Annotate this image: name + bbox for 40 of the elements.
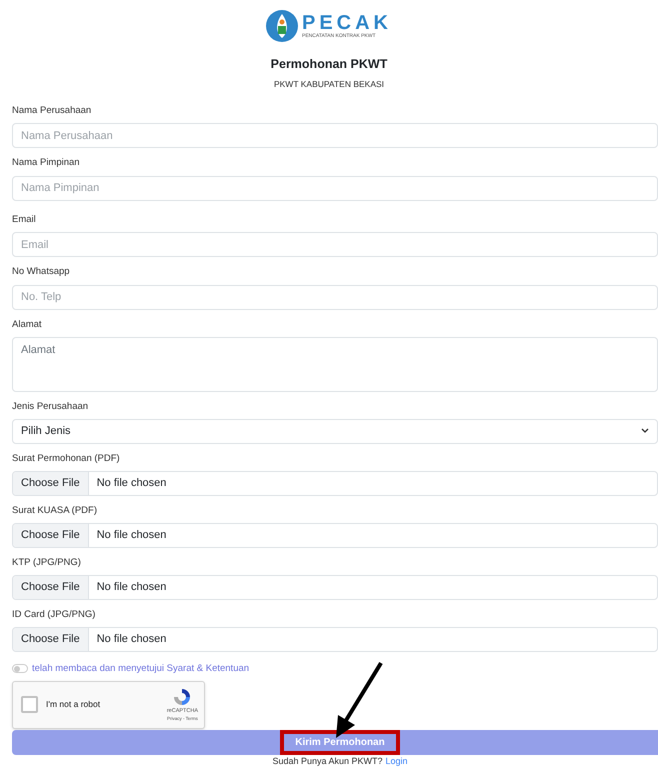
chevron-down-icon <box>641 428 649 434</box>
choose-file-button[interactable]: Choose File <box>13 576 89 598</box>
field-label: No Whatsapp <box>12 265 71 278</box>
text-field[interactable]: Email <box>12 232 658 257</box>
footer-text: Sudah Punya Akun PKWT? <box>272 756 383 766</box>
file-field[interactable]: Choose File No file chosen <box>12 574 658 600</box>
file-field[interactable]: Choose File No file chosen <box>12 470 658 496</box>
text-field[interactable]: Nama Perusahaan <box>12 123 658 148</box>
page-title: Permohonan PKWT <box>270 56 388 73</box>
field-label: KTP (JPG/PNG) <box>12 556 82 568</box>
field-label: Nama Pimpinan <box>12 156 81 169</box>
text-field[interactable]: No. Telp <box>12 284 658 310</box>
field-label: Surat Permohonan (PDF) <box>12 452 121 464</box>
field-label: Alamat <box>12 318 43 330</box>
choose-file-button[interactable]: Choose File <box>13 524 89 546</box>
recaptcha-logo-icon <box>172 687 192 708</box>
text-field[interactable]: Nama Pimpinan <box>12 176 658 200</box>
field-label: Nama Perusahaan <box>12 104 92 116</box>
captcha-label: I'm not a robot <box>46 698 102 712</box>
login-link[interactable]: Login <box>386 756 408 766</box>
file-status: No file chosen <box>96 580 168 595</box>
select-field[interactable]: Pilih Jenis <box>12 418 658 444</box>
field-label: Email <box>12 212 37 226</box>
field-label: ID Card (JPG/PNG) <box>12 608 96 620</box>
page-subtitle: PKWT KABUPATEN BEKASI <box>274 78 384 90</box>
choose-file-button[interactable]: Choose File <box>13 472 89 494</box>
agreement-toggle[interactable] <box>12 664 28 674</box>
field-label: Surat KUASA (PDF) <box>12 504 98 516</box>
file-status: No file chosen <box>96 476 168 491</box>
logo-icon <box>266 10 298 42</box>
logo-name: PECAK <box>302 12 392 32</box>
file-status: No file chosen <box>96 528 168 543</box>
choose-file-button[interactable]: Choose File <box>13 628 89 650</box>
textarea-field[interactable]: Alamat <box>12 336 658 392</box>
field-label: Jenis Perusahaan <box>12 400 90 412</box>
agreement-label: telah membaca dan menyetujui Syarat & Ketentuan <box>32 662 250 676</box>
file-status: No file chosen <box>96 632 168 647</box>
file-field[interactable]: Choose File No file chosen <box>12 522 658 548</box>
captcha-checkbox[interactable] <box>21 696 38 714</box>
file-field[interactable]: Choose File No file chosen <box>12 626 658 652</box>
